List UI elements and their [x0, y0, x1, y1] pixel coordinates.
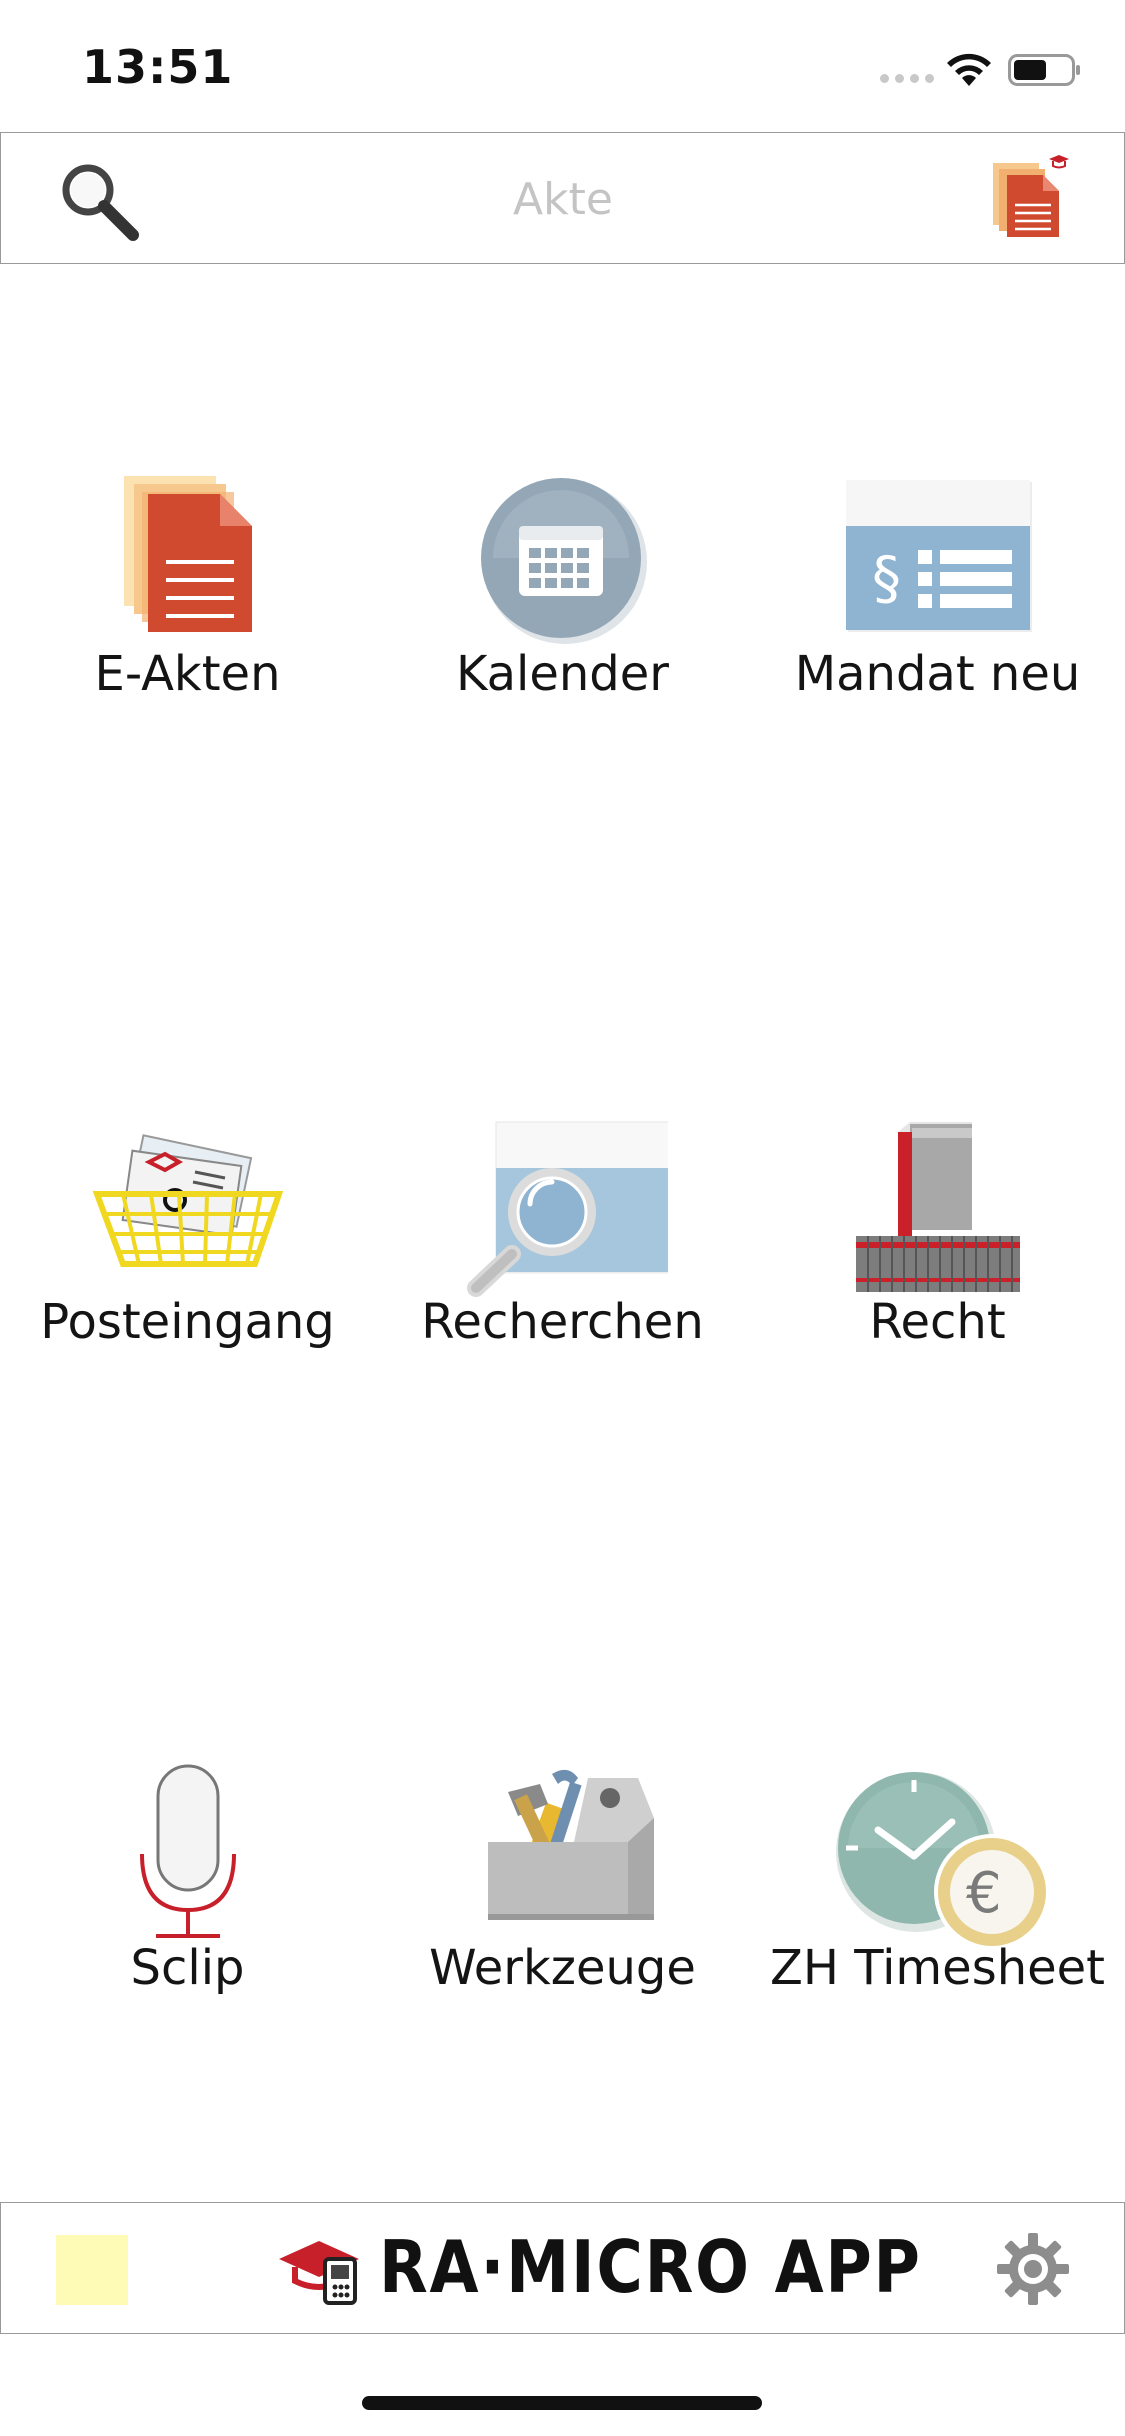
recht-label: Recht [869, 1294, 1006, 1350]
zh-timesheet-label: ZH Timesheet [769, 1940, 1105, 1996]
recht-tile[interactable]: Recht [750, 1118, 1125, 1418]
mandat-neu-tile[interactable]: § Mandat neu [750, 470, 1125, 770]
calendar-icon [480, 478, 647, 644]
law-books-icon [855, 1122, 1020, 1292]
wifi-icon [947, 53, 991, 86]
e-akten-tile[interactable]: E-Akten [0, 470, 375, 770]
sticky-note-button[interactable] [56, 2235, 128, 2305]
recherchen-tile[interactable]: Recherchen [375, 1118, 750, 1418]
search-icon[interactable] [57, 159, 143, 245]
kalender-tile[interactable]: Kalender [375, 470, 750, 770]
sclip-tile[interactable]: Sclip [0, 1764, 375, 2064]
posteingang-tile[interactable]: Posteingang [0, 1118, 375, 1418]
mail-basket-icon [92, 1134, 283, 1267]
zh-timesheet-tile[interactable]: € ZH Timesheet [750, 1764, 1125, 2064]
recherchen-label: Recherchen [421, 1294, 704, 1350]
sclip-label: Sclip [130, 1940, 245, 1996]
microphone-icon [139, 1764, 236, 1938]
research-magnifier-icon [466, 1121, 668, 1297]
posteingang-label: Posteingang [40, 1294, 335, 1350]
brand-name: RA·MICRO APP [379, 2225, 922, 2309]
case-search-input[interactable] [201, 163, 925, 235]
battery-icon [1008, 54, 1080, 86]
kalender-label: Kalender [455, 646, 670, 702]
mandat-neu-label: Mandat neu [794, 646, 1081, 702]
bottom-bar: RA·MICRO APP [0, 2202, 1125, 2334]
ra-micro-logo-icon [279, 2241, 359, 2305]
status-bar: 13:51 [0, 0, 1125, 132]
cellular-signal-icon [880, 74, 934, 83]
gear-icon[interactable] [995, 2231, 1071, 2307]
e-akten-label: E-Akten [94, 646, 281, 702]
e-file-shortcut-icon[interactable] [987, 153, 1073, 243]
search-bar [0, 132, 1125, 264]
home-indicator[interactable] [362, 2396, 762, 2410]
status-time: 13:51 [82, 40, 234, 94]
new-mandate-icon: § [845, 480, 1032, 632]
svg-text:§: § [872, 544, 901, 612]
toolbox-icon [487, 1769, 654, 1920]
svg-text:€: € [966, 1861, 1002, 1926]
clock-euro-icon: € [835, 1772, 1050, 1950]
documents-icon [123, 476, 252, 632]
werkzeuge-tile[interactable]: Werkzeuge [375, 1764, 750, 2064]
werkzeuge-label: Werkzeuge [429, 1940, 696, 1996]
